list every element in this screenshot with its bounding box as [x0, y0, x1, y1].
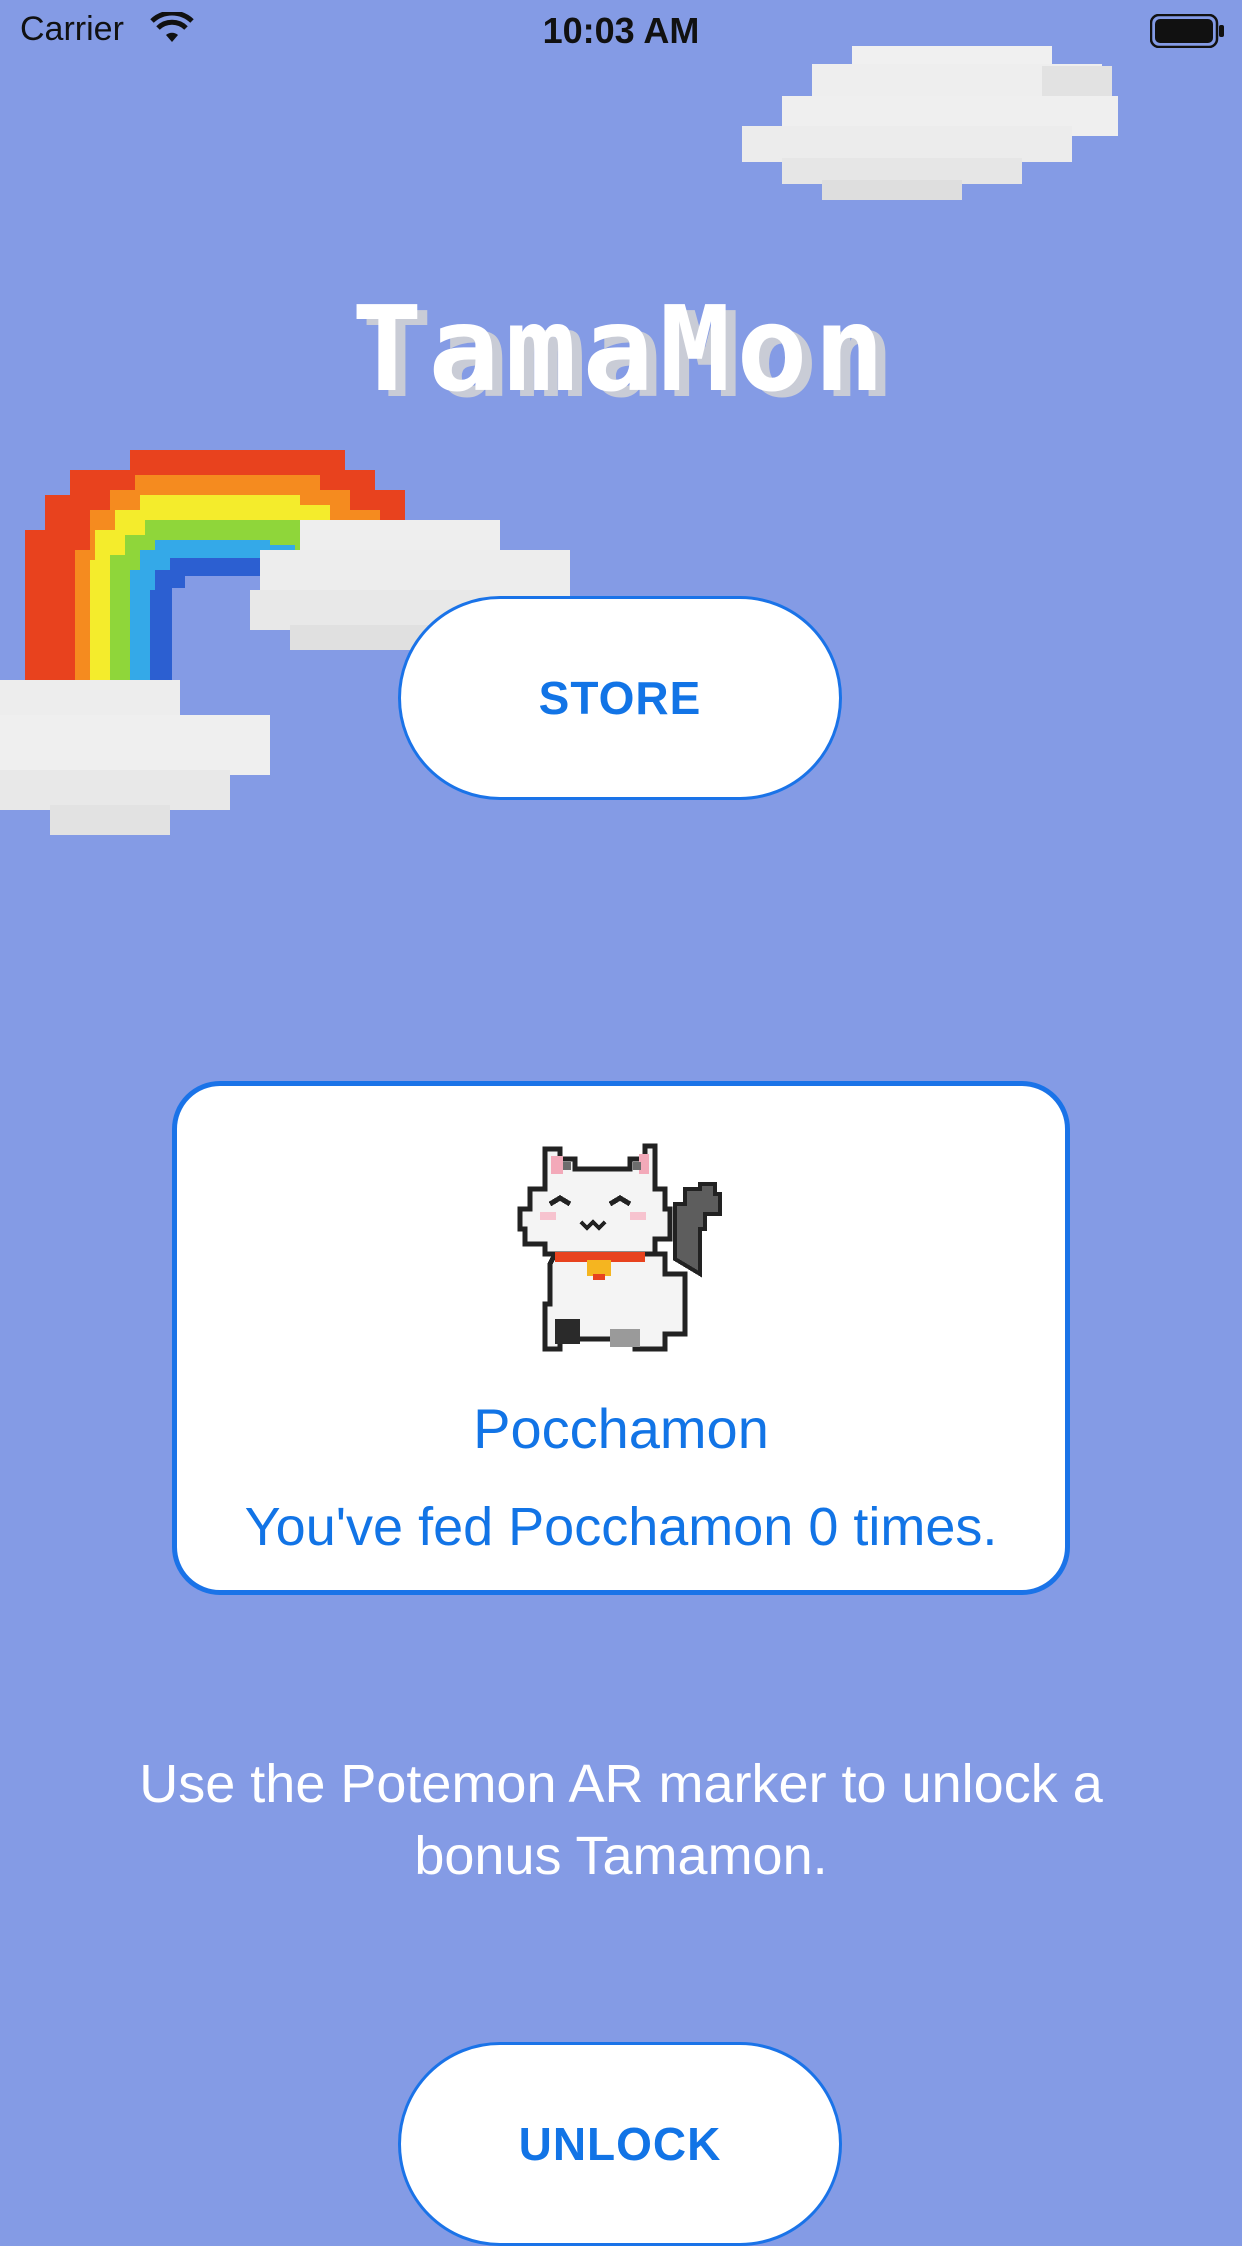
pet-name: Pocchamon — [473, 1397, 769, 1460]
cat-image — [517, 1143, 722, 1352]
unlock-info-text: Use the Potemon AR marker to unlock a bo… — [139, 1754, 1103, 1886]
app-title: TamaMon — [351, 280, 891, 418]
unlock-button[interactable]: UNLOCK — [398, 2042, 842, 2246]
pet-card[interactable]: Pocchamon You've fed Pocchamon 0 times. — [172, 1081, 1070, 1595]
unlock-button-label: UNLOCK — [518, 2118, 722, 2170]
fed-count-text: You've fed Pocchamon 0 times. — [244, 1497, 998, 1557]
store-button[interactable]: STORE — [398, 596, 842, 800]
cloud-image — [742, 46, 1118, 200]
store-button-label: STORE — [538, 672, 702, 724]
